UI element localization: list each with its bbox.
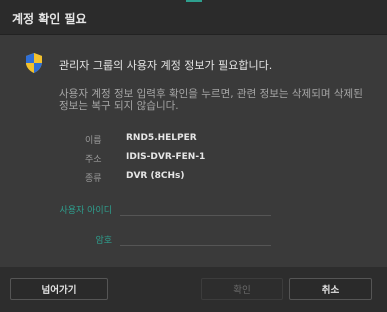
account-verification-dialog: 계정 확인 필요 관리자 그룹의 사용자 계정 정보가 필요합니다. 사용자 계…: [0, 0, 387, 312]
user-id-label: 사용자 아이디: [59, 206, 112, 216]
dialog-heading: 관리자 그룹의 사용자 계정 정보가 필요합니다.: [59, 59, 273, 72]
dialog-titlebar: 계정 확인 필요: [0, 0, 387, 35]
info-label-address: 주소: [85, 155, 102, 165]
dialog-title: 계정 확인 필요: [12, 12, 87, 26]
password-input[interactable]: [120, 231, 271, 246]
info-value-type: DVR (8CHs): [126, 171, 185, 181]
info-value-name: RND5.HELPER: [126, 133, 197, 143]
info-value-address: IDIS-DVR-FEN-1: [126, 152, 206, 162]
dialog-description: 사용자 계정 정보 입력후 확인을 누르면, 관련 정보는 삭제되며 삭제된 정…: [59, 88, 363, 112]
cancel-button[interactable]: 취소: [289, 278, 372, 300]
info-label-type: 종류: [85, 174, 102, 184]
skip-button[interactable]: 넘어가기: [10, 278, 108, 300]
user-id-input[interactable]: [120, 201, 271, 216]
password-label: 암호: [95, 236, 112, 246]
top-accent-bar: [186, 0, 202, 2]
uac-shield-icon: [26, 53, 42, 73]
confirm-button[interactable]: 확인: [201, 278, 283, 300]
info-label-name: 이름: [85, 136, 102, 146]
